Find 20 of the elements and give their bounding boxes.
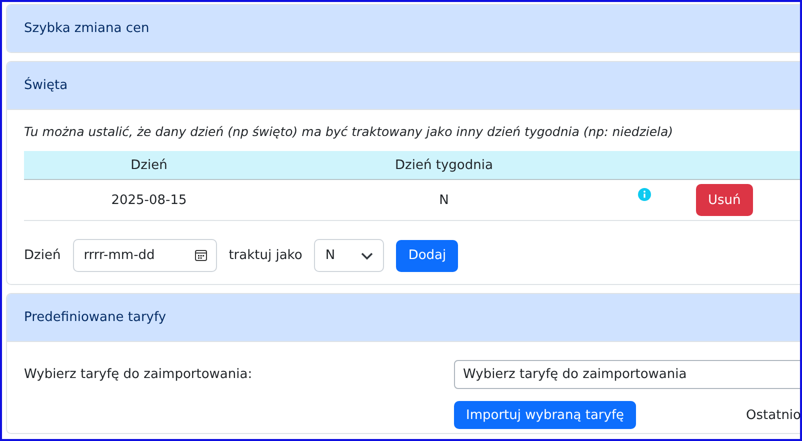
weekday-select[interactable]: N [314, 239, 384, 272]
table-cell-text: 2025-08-15 [110, 192, 188, 208]
field-label: Dzień [24, 248, 61, 263]
field-label: traktuj jako [228, 248, 302, 263]
section-header[interactable]: Święta [7, 62, 800, 110]
import-button[interactable]: Importuj wybraną taryfę [454, 401, 636, 429]
field-label: Wybierz taryfę do zaimportowania: [24, 367, 254, 382]
add-button[interactable]: Dodaj [396, 240, 458, 272]
description-text: Tu można ustalić, że dany dzień (np święto) ma być traktowany jako inny dzień tygodnia (np: niedziela) [24, 124, 674, 139]
tariff-select[interactable]: Wybierz taryfę do zaimportowania [454, 360, 800, 389]
column-header: Dzień [130, 158, 168, 172]
section-header[interactable]: Szybka zmiana cen [7, 5, 800, 52]
calendar-icon[interactable] [194, 249, 207, 261]
column-header: Dzień tygodnia [394, 158, 494, 172]
date-field[interactable]: rrrr-mm-dd [72, 239, 217, 272]
section-header[interactable]: Predefiniowane taryfy [7, 294, 800, 342]
chevron-down-icon [361, 252, 374, 260]
side-text: Ostatnio [746, 408, 800, 422]
delete-button[interactable]: Usuń [696, 184, 753, 216]
table-cell-text: N [438, 192, 450, 208]
